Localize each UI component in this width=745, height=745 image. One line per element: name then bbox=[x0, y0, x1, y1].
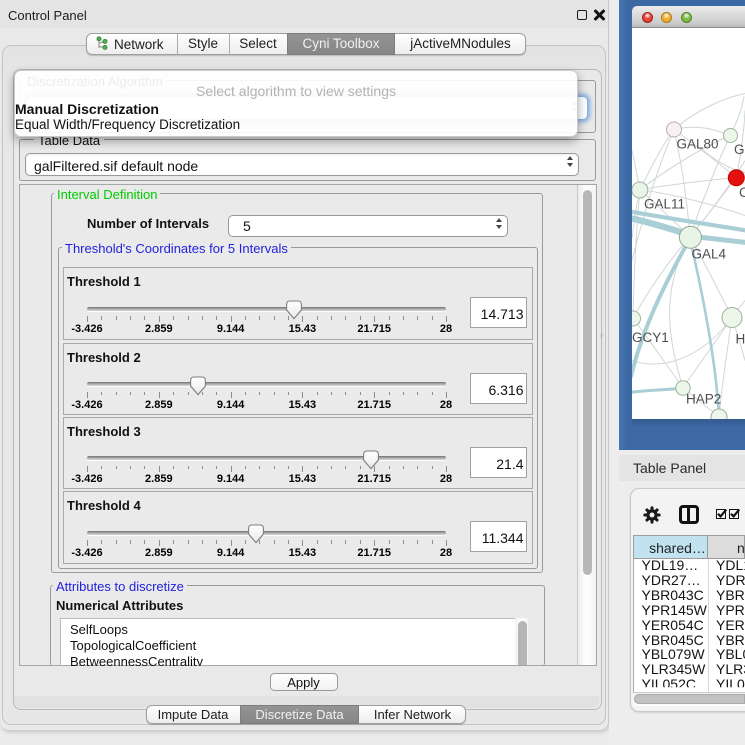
svg-text:GAL80: GAL80 bbox=[677, 136, 719, 151]
svg-text:GAL4: GAL4 bbox=[692, 246, 727, 261]
svg-text:G.: G. bbox=[734, 142, 745, 157]
svg-text:GAL11: GAL11 bbox=[644, 196, 685, 211]
svg-text:HAP2: HAP2 bbox=[686, 391, 721, 406]
svg-text:H: H bbox=[736, 331, 745, 346]
svg-text:C: C bbox=[739, 185, 745, 200]
svg-text:GCY1: GCY1 bbox=[632, 330, 669, 345]
